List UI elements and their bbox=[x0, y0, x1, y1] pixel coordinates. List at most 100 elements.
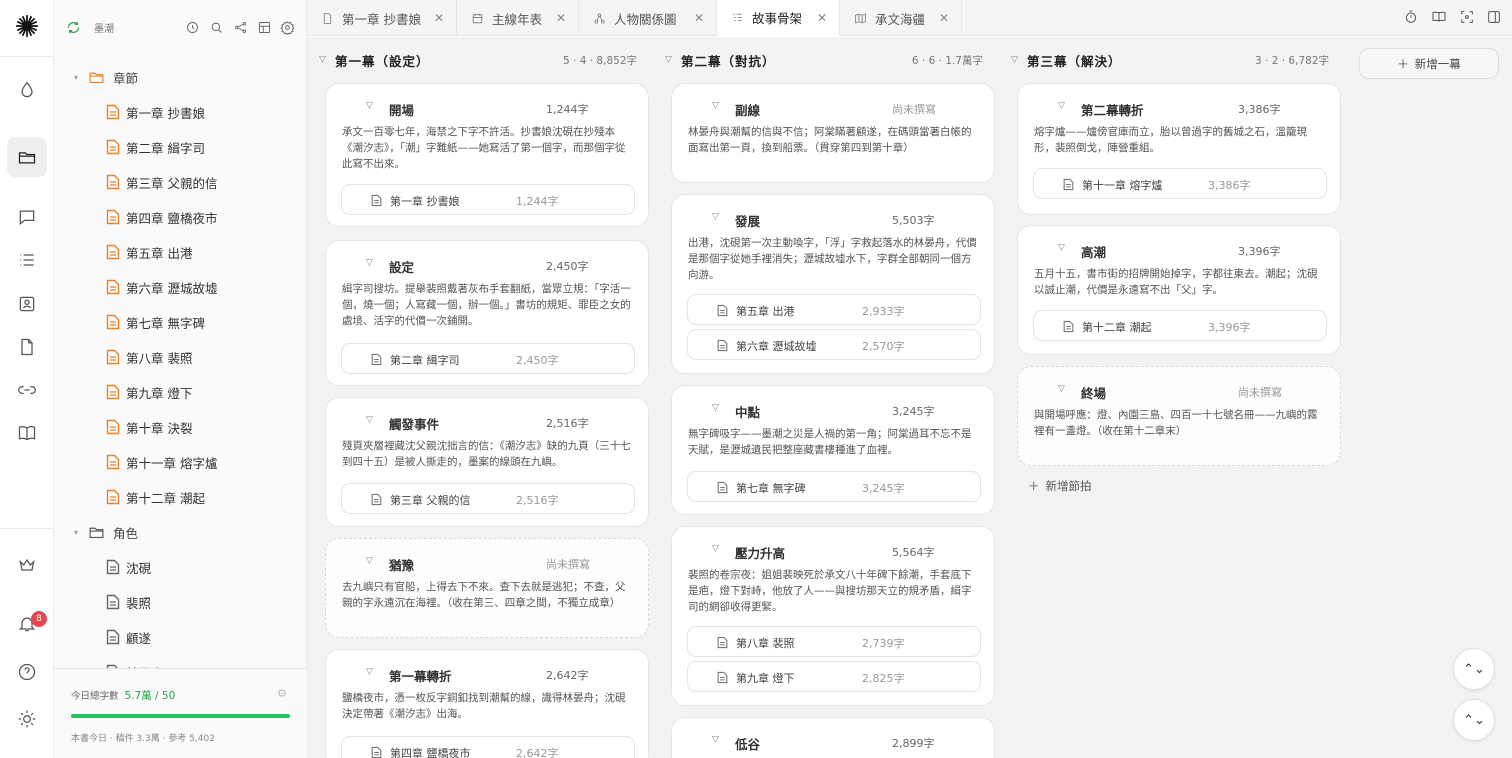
layout-icon[interactable] bbox=[255, 18, 273, 36]
beat-card[interactable]: ▽ 觸發事件 2,516字 殘頁夾層裡藏沈父親沈拙言的信：《潮汐志》缺的九頁（三十七到… bbox=[325, 397, 649, 527]
profile-card-icon[interactable] bbox=[7, 284, 47, 324]
chevron-down-icon[interactable]: ▽ bbox=[307, 55, 335, 65]
linked-chapter-chip[interactable]: 第一章 抄書娘 1,244字 bbox=[341, 184, 635, 215]
linked-chapter-chip[interactable]: 第十一章 熔字爐 3,386字 bbox=[1033, 168, 1327, 199]
beat-card[interactable]: ▽ 第一幕轉折 2,642字 鹽橋夜市，憑一枚反字銅釦找到潮幫的線，識得林晏舟；沈硯決… bbox=[325, 649, 649, 758]
beat-card[interactable]: ▽ 中點 3,245字 無字碑吸字——墨潮之災是人禍的第一角；阿棠過耳不忘不是天賦，是… bbox=[671, 385, 995, 515]
beat-card[interactable]: ▽ 設定 2,450字 緝字司搜坊。提舉裴照戴著灰布手套翻紙，當眾立規：「字活一個，燒… bbox=[325, 240, 649, 386]
linked-chapter-chip[interactable]: 第五章 出港 2,933字 bbox=[687, 294, 981, 325]
chevron-down-icon[interactable]: ▽ bbox=[712, 735, 719, 745]
collapse-all-button[interactable]: ⌃⌄ bbox=[1453, 648, 1495, 690]
app-logo-icon[interactable] bbox=[7, 6, 47, 46]
help-icon[interactable] bbox=[7, 652, 47, 692]
beat-description: 鹽橋夜市，憑一枚反字銅釦找到潮幫的線，識得林晏舟；沈硯決定帶著《潮汐志》出海。 bbox=[342, 692, 626, 720]
chapter-item[interactable]: 第八章 裴照 bbox=[106, 345, 192, 369]
beat-card[interactable]: ▽ 終場 尚未撰寫 與開場呼應：燈、內園三島、四百一十七號名冊——九嶼的霧裡有一盞燈。… bbox=[1017, 366, 1341, 466]
chevron-down-icon[interactable]: ▽ bbox=[366, 258, 373, 268]
act-header[interactable]: ▽ 第二幕（對抗） 6 · 6 · 1.7萬字 bbox=[653, 49, 983, 71]
theme-sun-icon[interactable] bbox=[7, 699, 47, 739]
chevron-down-icon[interactable]: ▽ bbox=[366, 101, 373, 111]
linked-chapter-chip[interactable]: 第九章 燈下 2,825字 bbox=[687, 661, 981, 692]
folder-characters[interactable]: ▾ 角色 bbox=[74, 520, 138, 544]
chevron-down-icon[interactable]: ▽ bbox=[366, 667, 373, 677]
add-scene-button[interactable]: ＋新增節拍 bbox=[1028, 478, 1092, 494]
beat-card[interactable]: ▽ 高潮 3,396字 五月十五，書市街的招牌開始掉字，字都往東去。潮起；沈硯以誠止潮… bbox=[1017, 225, 1341, 355]
chapter-item[interactable]: 第九章 燈下 bbox=[106, 380, 192, 404]
expand-all-button[interactable]: ⌃⌄ bbox=[1453, 699, 1495, 741]
chapter-item[interactable]: 第一章 抄書娘 bbox=[106, 100, 205, 124]
act-header[interactable]: ▽ 第三幕（解決） 3 · 2 · 6,782字 bbox=[999, 49, 1329, 71]
beat-card[interactable]: ▽ 第二幕轉折 3,386字 熔字爐——爐傍官庫而立，胎以曾過字的舊城之石，溫籠現形，… bbox=[1017, 83, 1341, 215]
book-icon[interactable] bbox=[7, 413, 47, 453]
goal-settings-icon[interactable]: ⚙ bbox=[277, 687, 289, 700]
chevron-down-icon[interactable]: ▽ bbox=[653, 55, 681, 65]
chapter-item[interactable]: 第十一章 熔字爐 bbox=[106, 450, 217, 474]
beat-card[interactable]: ▽ 副線 尚未撰寫 林晏舟與潮幫的信與不信；阿棠瞞著顧遂，在碼頭當著白帳的面寫出第一頁… bbox=[671, 83, 995, 183]
chapter-item[interactable]: 第二章 緝字司 bbox=[106, 135, 205, 159]
history-icon[interactable] bbox=[183, 18, 201, 36]
folder-icon[interactable] bbox=[7, 137, 47, 177]
act-header[interactable]: ▽ 第一幕（設定） 5 · 4 · 8,852字 bbox=[307, 49, 637, 71]
chevron-down-icon[interactable]: ▽ bbox=[1058, 243, 1065, 253]
chapter-item[interactable]: 第四章 鹽橋夜市 bbox=[106, 205, 217, 229]
chevron-down-icon[interactable]: ▽ bbox=[712, 101, 719, 111]
tab-1[interactable]: 主線年表 ✕ bbox=[457, 0, 579, 36]
chapter-item[interactable]: 第六章 瀝城故墟 bbox=[106, 275, 217, 299]
chevron-down-icon[interactable]: ▽ bbox=[712, 212, 719, 222]
chevron-down-icon[interactable]: ▽ bbox=[1058, 101, 1065, 111]
add-act-button[interactable]: ＋新增一幕 bbox=[1359, 48, 1499, 79]
split-view-icon[interactable] bbox=[1486, 9, 1504, 27]
linked-chapter-chip[interactable]: 第八章 裴照 2,739字 bbox=[687, 626, 981, 657]
tab-4[interactable]: 承文海疆 ✕ bbox=[840, 0, 962, 36]
chevron-down-icon[interactable]: ▽ bbox=[1058, 384, 1065, 394]
linked-chapter-chip[interactable]: 第十二章 潮起 3,396字 bbox=[1033, 310, 1327, 341]
close-icon[interactable]: ✕ bbox=[694, 11, 704, 25]
file-icon[interactable] bbox=[7, 327, 47, 367]
timer-icon[interactable] bbox=[1403, 9, 1421, 27]
list-icon[interactable] bbox=[7, 240, 47, 280]
chapter-item[interactable]: 第十二章 潮起 bbox=[106, 485, 205, 509]
beat-card[interactable]: ▽ 發展 5,503字 出港，沈硯第一次主動喚字，「浮」字救起落水的林晏舟，代價是那個… bbox=[671, 194, 995, 374]
chat-icon[interactable] bbox=[7, 197, 47, 237]
close-icon[interactable]: ✕ bbox=[434, 11, 444, 25]
linked-chapter-chip[interactable]: 第三章 父親的信 2,516字 bbox=[341, 483, 635, 514]
link-icon[interactable] bbox=[7, 370, 47, 410]
close-icon[interactable]: ✕ bbox=[556, 11, 566, 25]
linked-chapter-chip[interactable]: 第六章 瀝城故墟 2,570字 bbox=[687, 329, 981, 360]
beat-card[interactable]: ▽ 猶豫 尚未撰寫 去九嶼只有官船，上得去下不來。查下去就是逃犯；不查，父親的字永遠沉… bbox=[325, 538, 649, 638]
chapter-item[interactable]: 第五章 出港 bbox=[106, 240, 192, 264]
tab-2[interactable]: 人物關係圖 ✕ bbox=[579, 0, 717, 36]
linked-chapter-chip[interactable]: 第七章 無字碑 3,245字 bbox=[687, 471, 981, 502]
focus-icon[interactable] bbox=[1459, 9, 1477, 27]
settings-gear-icon[interactable] bbox=[278, 18, 296, 36]
document-icon bbox=[106, 594, 120, 610]
chapter-item[interactable]: 第三章 父親的信 bbox=[106, 170, 217, 194]
character-item[interactable]: 顧遂 bbox=[106, 625, 151, 649]
beat-card[interactable]: ▽ 低谷 2,899字 bbox=[671, 717, 995, 758]
character-item[interactable]: 沈硯 bbox=[106, 555, 151, 579]
tab-0[interactable]: 第一章 抄書娘 ✕ bbox=[307, 0, 457, 36]
beat-card[interactable]: ▽ 壓力升高 5,564字 裴照的卷宗夜：姐姐裴映死於承文八十年碑下餘潮，手套底下是疤… bbox=[671, 526, 995, 706]
folder-chapters[interactable]: ▾ 章節 bbox=[74, 65, 138, 89]
chapter-item[interactable]: 第七章 無字碑 bbox=[106, 310, 205, 334]
crown-icon[interactable] bbox=[7, 545, 47, 585]
close-icon[interactable]: ✕ bbox=[939, 11, 949, 25]
reading-icon[interactable] bbox=[1431, 9, 1449, 27]
sync-icon[interactable] bbox=[64, 18, 82, 36]
chevron-down-icon[interactable]: ▽ bbox=[999, 55, 1027, 65]
chapter-item[interactable]: 第十章 決裂 bbox=[106, 415, 192, 439]
linked-chapter-chip[interactable]: 第二章 緝字司 2,450字 bbox=[341, 343, 635, 374]
beat-card[interactable]: ▽ 開場 1,244字 承文一百零七年，海禁之下字不許活。抄書娘沈硯在抄殘本《潮汐志》… bbox=[325, 83, 649, 227]
chevron-down-icon[interactable]: ▽ bbox=[712, 403, 719, 413]
drop-icon[interactable] bbox=[7, 70, 47, 110]
character-item[interactable]: 裴照 bbox=[106, 590, 151, 614]
share-icon[interactable] bbox=[231, 18, 249, 36]
linked-chapter-chip[interactable]: 第四章 鹽橋夜市 2,642字 bbox=[341, 736, 635, 758]
chevron-down-icon[interactable]: ▽ bbox=[366, 556, 373, 566]
chevron-down-icon[interactable]: ▽ bbox=[366, 415, 373, 425]
chevron-down-icon[interactable]: ▽ bbox=[712, 544, 719, 554]
document-icon bbox=[106, 209, 120, 225]
tab-3[interactable]: 故事骨架 ✕ bbox=[717, 0, 840, 36]
search-icon[interactable] bbox=[207, 18, 225, 36]
close-icon[interactable]: ✕ bbox=[817, 11, 827, 25]
